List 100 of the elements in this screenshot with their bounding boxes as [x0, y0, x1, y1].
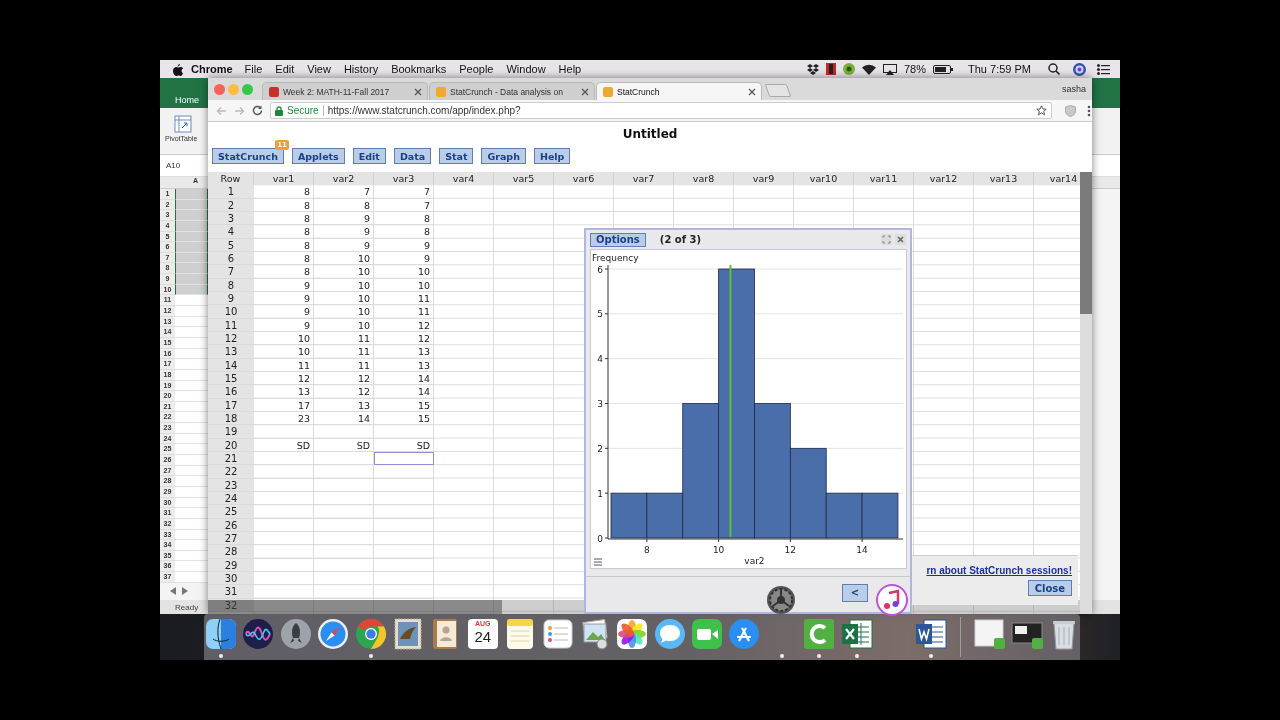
screen-recorder-icon[interactable]: [802, 617, 837, 651]
menu-item[interactable]: Edit: [275, 63, 295, 75]
battery-icon[interactable]: [933, 64, 953, 74]
menu-item[interactable]: Bookmarks: [391, 63, 447, 75]
app-menu[interactable]: Chrome: [191, 63, 233, 75]
table-cell[interactable]: 8: [254, 198, 314, 212]
new-tab-button[interactable]: [764, 84, 792, 97]
table-cell[interactable]: 8: [374, 212, 434, 226]
speech-bubble-icon[interactable]: [652, 617, 687, 651]
address-bar[interactable]: Secure https://www.statcrunch.com/app/index.php?: [270, 102, 1052, 119]
rocket-icon[interactable]: [278, 617, 313, 651]
left-arrow-icon[interactable]: [170, 587, 176, 596]
vertical-scrollbar[interactable]: [1080, 172, 1092, 614]
spreadsheet-cell[interactable]: [175, 274, 208, 285]
menu-button[interactable]: Data: [393, 148, 432, 164]
menu-button[interactable]: Edit: [352, 148, 386, 164]
spreadsheet-cell[interactable]: [175, 199, 208, 211]
profile-name[interactable]: sasha: [1061, 84, 1086, 94]
menubar-clock[interactable]: Thu 7:59 PM: [968, 63, 1031, 75]
waveform-icon[interactable]: [241, 617, 276, 651]
back-icon[interactable]: [216, 105, 227, 116]
menu-button[interactable]: StatCrunch: [212, 148, 284, 164]
browser-tab[interactable]: Week 2: MATH-11-Fall 2017: [262, 82, 428, 100]
menu-item[interactable]: Window: [506, 63, 546, 75]
table-cell[interactable]: [374, 451, 434, 466]
table-cell[interactable]: 11: [254, 358, 314, 372]
table-cell[interactable]: 14: [374, 385, 434, 399]
table-cell[interactable]: 10: [314, 278, 374, 292]
spreadsheet-cell[interactable]: [175, 263, 208, 275]
spreadsheet-cell[interactable]: [175, 242, 208, 253]
table-cell[interactable]: 8: [374, 225, 434, 239]
document-icon[interactable]: [914, 617, 949, 651]
table-cell[interactable]: 12: [314, 385, 374, 399]
zoom-window-icon[interactable]: [242, 83, 253, 95]
menu-button[interactable]: Help: [533, 148, 571, 164]
table-cell[interactable]: 8: [314, 198, 374, 212]
compass-icon[interactable]: [316, 617, 351, 651]
pivot-table-icon[interactable]: [174, 115, 192, 133]
star-icon[interactable]: [1036, 105, 1047, 116]
histogram-bar[interactable]: [789, 447, 827, 539]
table-cell[interactable]: 11: [314, 331, 374, 346]
table-cell[interactable]: 9: [314, 225, 374, 239]
video-camera-icon[interactable]: [690, 617, 725, 651]
orb-icon[interactable]: [1073, 62, 1086, 76]
minimize-window-icon[interactable]: [228, 83, 239, 95]
table-cell[interactable]: SD: [374, 438, 434, 452]
menu-button[interactable]: Applets: [291, 148, 345, 164]
spreadsheet-icon[interactable]: [839, 617, 874, 651]
table-cell[interactable]: 13: [374, 345, 434, 359]
table-cell[interactable]: 8: [254, 212, 314, 226]
menu-item[interactable]: View: [307, 63, 331, 75]
table-cell[interactable]: 11: [314, 345, 374, 359]
browser-tab[interactable]: StatCrunch: [596, 82, 762, 100]
table-cell[interactable]: 10: [374, 278, 434, 292]
close-icon[interactable]: [895, 234, 906, 245]
flower-icon[interactable]: [615, 617, 650, 651]
table-cell[interactable]: 11: [374, 291, 434, 306]
menu-item[interactable]: Help: [558, 63, 582, 75]
menu-item[interactable]: File: [244, 63, 263, 75]
close-icon[interactable]: [581, 87, 589, 96]
browser-tab[interactable]: StatCrunch - Data analysis on: [429, 82, 595, 100]
table-cell[interactable]: 12: [374, 331, 434, 346]
table-cell[interactable]: 7: [374, 185, 434, 199]
table-cell[interactable]: 9: [374, 238, 434, 252]
histogram-bar[interactable]: [718, 268, 755, 539]
table-cell[interactable]: 9: [374, 251, 434, 266]
table-cell[interactable]: 11: [314, 358, 374, 372]
expand-icon[interactable]: [881, 234, 892, 245]
table-cell[interactable]: 8: [254, 265, 314, 279]
histogram-bar[interactable]: [825, 492, 863, 539]
table-cell[interactable]: 14: [374, 371, 434, 386]
menu-button[interactable]: Stat: [439, 148, 474, 164]
table-cell[interactable]: 10: [314, 318, 374, 332]
table-cell[interactable]: 17: [254, 398, 314, 412]
airplay-icon[interactable]: [883, 63, 897, 75]
table-cell[interactable]: 8: [254, 185, 314, 199]
apple-icon[interactable]: [172, 62, 183, 76]
shield-icon[interactable]: [1065, 104, 1076, 117]
search-icon[interactable]: [1048, 63, 1060, 75]
histogram-bar[interactable]: [646, 492, 684, 539]
right-arrow-icon[interactable]: [182, 587, 188, 596]
table-cell[interactable]: 10: [254, 345, 314, 359]
gear-icon[interactable]: [766, 585, 796, 615]
spreadsheet-cell[interactable]: [175, 252, 208, 264]
kebab-menu-icon[interactable]: [1087, 104, 1091, 117]
table-cell[interactable]: 12: [314, 371, 374, 386]
close-window-icon[interactable]: [214, 83, 225, 95]
table-cell[interactable]: 12: [374, 318, 434, 332]
table-cell[interactable]: 9: [254, 278, 314, 292]
table-cell[interactable]: 23: [254, 411, 314, 426]
spreadsheet-cell[interactable]: [175, 220, 208, 232]
histogram-bar[interactable]: [754, 403, 791, 539]
list-icon[interactable]: [1097, 63, 1110, 75]
table-cell[interactable]: 9: [254, 305, 314, 319]
table-cell[interactable]: 15: [374, 398, 434, 412]
close-icon[interactable]: [748, 87, 756, 96]
dropbox-icon[interactable]: [807, 63, 819, 75]
options-button[interactable]: Options: [590, 232, 646, 247]
close-button[interactable]: Close: [1027, 580, 1072, 596]
table-cell[interactable]: 8: [254, 238, 314, 252]
